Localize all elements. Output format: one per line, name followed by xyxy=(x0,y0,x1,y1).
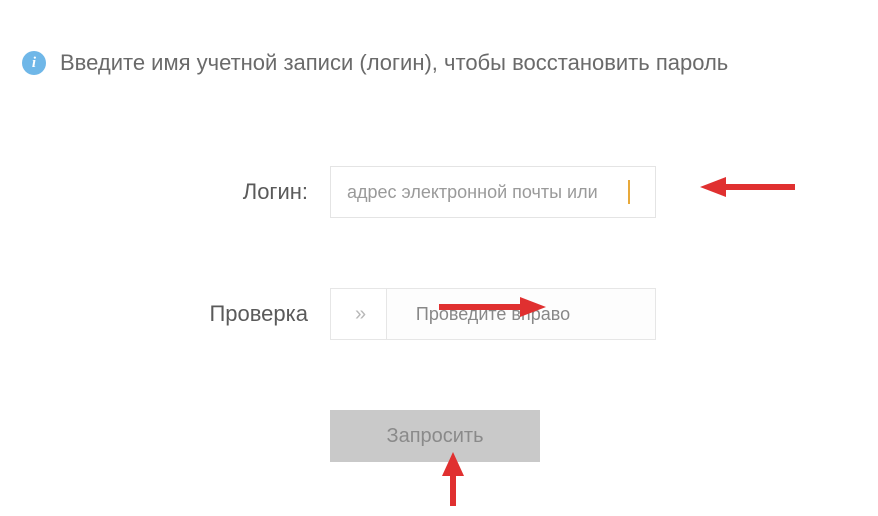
captcha-row: Проверка » Проведите вправо xyxy=(0,288,878,340)
submit-button[interactable]: Запросить xyxy=(330,410,540,462)
slider-captcha[interactable]: » Проведите вправо xyxy=(330,288,656,340)
login-row: Логин: xyxy=(0,166,878,218)
login-label: Логин: xyxy=(0,179,330,205)
form-area: Логин: Проверка » Проведите вправо Запро… xyxy=(0,166,878,462)
captcha-label: Проверка xyxy=(0,301,330,327)
submit-row: Запросить xyxy=(0,410,878,462)
login-input[interactable] xyxy=(330,166,656,218)
instruction-text: Введите имя учетной записи (логин), чтоб… xyxy=(60,50,728,76)
spacer xyxy=(0,410,330,462)
slider-handle-icon[interactable]: » xyxy=(331,289,387,339)
text-cursor xyxy=(628,180,630,204)
instruction-row: i Введите имя учетной записи (логин), чт… xyxy=(0,0,878,76)
info-icon: i xyxy=(22,51,46,75)
